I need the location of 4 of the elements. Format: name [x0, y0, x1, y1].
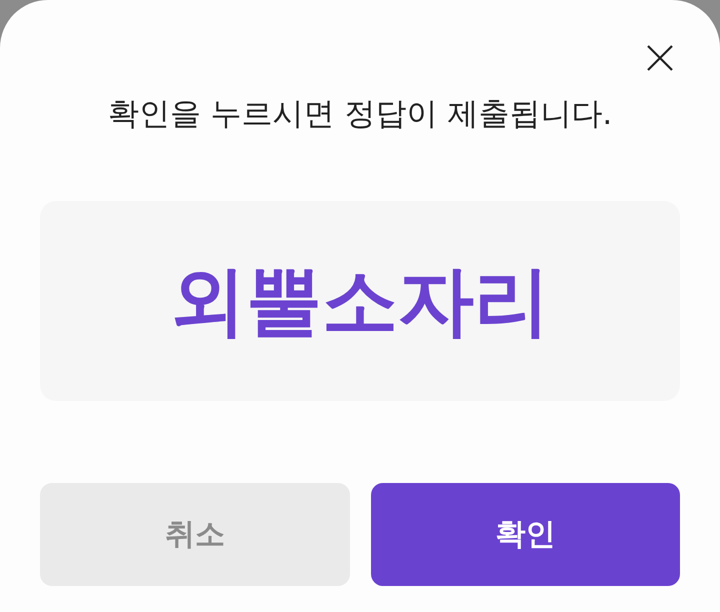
confirm-message: 확인을 누르시면 정답이 제출됩니다.: [108, 95, 612, 134]
answer-text: 외뿔소자리: [170, 259, 550, 343]
confirm-button[interactable]: 확인: [370, 483, 680, 586]
close-icon[interactable]: [647, 45, 673, 71]
